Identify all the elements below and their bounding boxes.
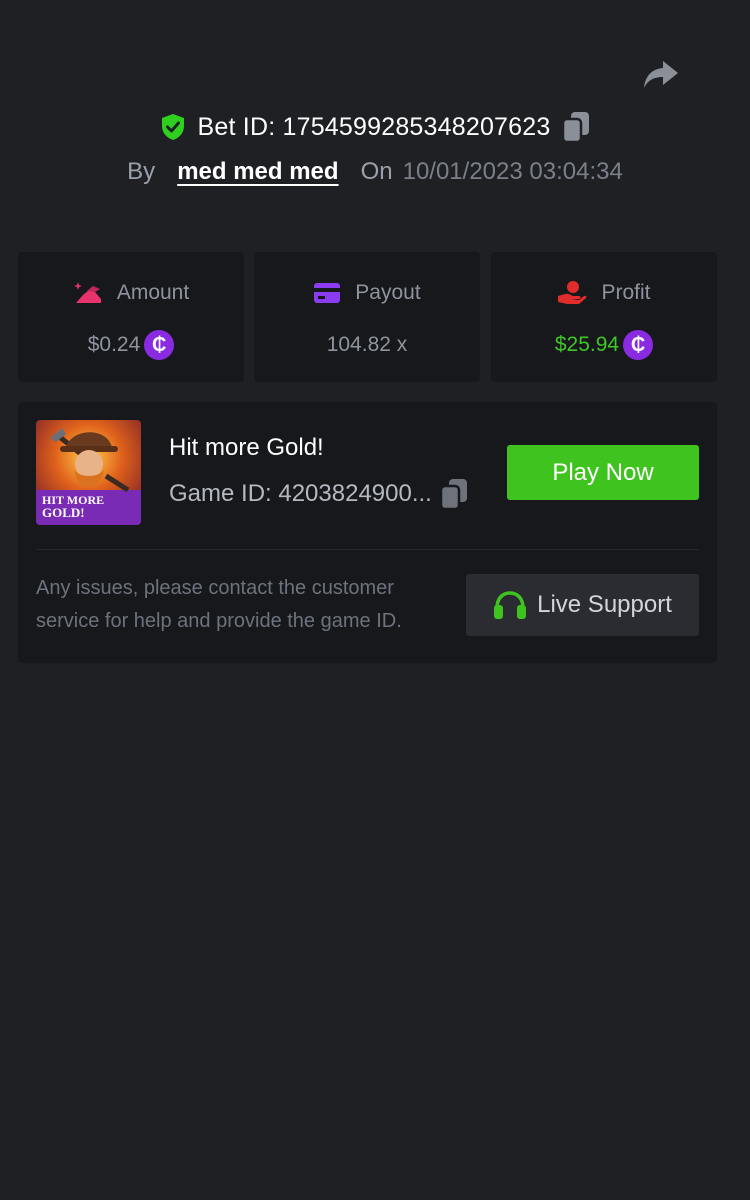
profit-hand-icon (558, 281, 587, 304)
divider (36, 549, 699, 550)
support-help-text: Any issues, please contact the customer … (36, 577, 402, 632)
bet-id: Bet ID: 1754599285348207623 (197, 112, 551, 141)
headset-icon (494, 591, 527, 619)
amount-label: Amount (116, 281, 190, 304)
bet-datetime: 10/01/2023 03:04:34 (402, 158, 623, 185)
amount-card: Amount $0.24 ₵ (18, 252, 244, 382)
game-id: Game ID: 4203824900... (169, 480, 432, 507)
game-panel: HIT MORE GOLD! Hit more Gold! Game ID: 4… (18, 402, 717, 663)
play-now-button[interactable]: Play Now (507, 445, 699, 500)
live-support-label: Live Support (537, 591, 672, 618)
bet-stats: Amount $0.24 ₵ Payout 104.82 x Profit $2… (18, 252, 717, 382)
shield-check-icon (161, 114, 184, 140)
game-thumbnail[interactable]: HIT MORE GOLD! (36, 420, 141, 525)
card-icon (314, 283, 341, 303)
live-support-button[interactable]: Live Support (466, 574, 699, 636)
profit-label: Profit (601, 281, 651, 304)
thumb-title-line2: GOLD! (42, 505, 85, 520)
payout-label: Payout (355, 281, 421, 304)
share-icon (644, 61, 678, 88)
copy-icon (439, 479, 467, 510)
amount-value: $0.24 (87, 333, 141, 356)
share-button[interactable] (640, 56, 682, 94)
payout-card: Payout 104.82 x (254, 252, 480, 382)
profit-card: Profit $25.94 ₵ (491, 252, 717, 382)
copy-bet-id-button[interactable] (562, 111, 590, 143)
payout-value: 104.82 x (326, 333, 408, 356)
amount-icon (73, 282, 101, 303)
user-name-link[interactable]: med med med (177, 158, 338, 186)
bet-id-row: Bet ID: 1754599285348207623 (0, 106, 750, 148)
coin-icon: ₵ (144, 330, 175, 360)
game-id-row: Game ID: 4203824900... (169, 478, 468, 510)
copy-icon (562, 112, 590, 143)
on-label: On (360, 158, 393, 185)
profit-value: $25.94 (554, 333, 620, 356)
game-title[interactable]: Hit more Gold! (169, 434, 324, 462)
copy-game-id-button[interactable] (439, 478, 468, 510)
by-label: By (127, 158, 156, 185)
bet-meta-row: By med med med On 10/01/2023 03:04:34 (0, 154, 750, 190)
coin-icon: ₵ (623, 330, 654, 360)
